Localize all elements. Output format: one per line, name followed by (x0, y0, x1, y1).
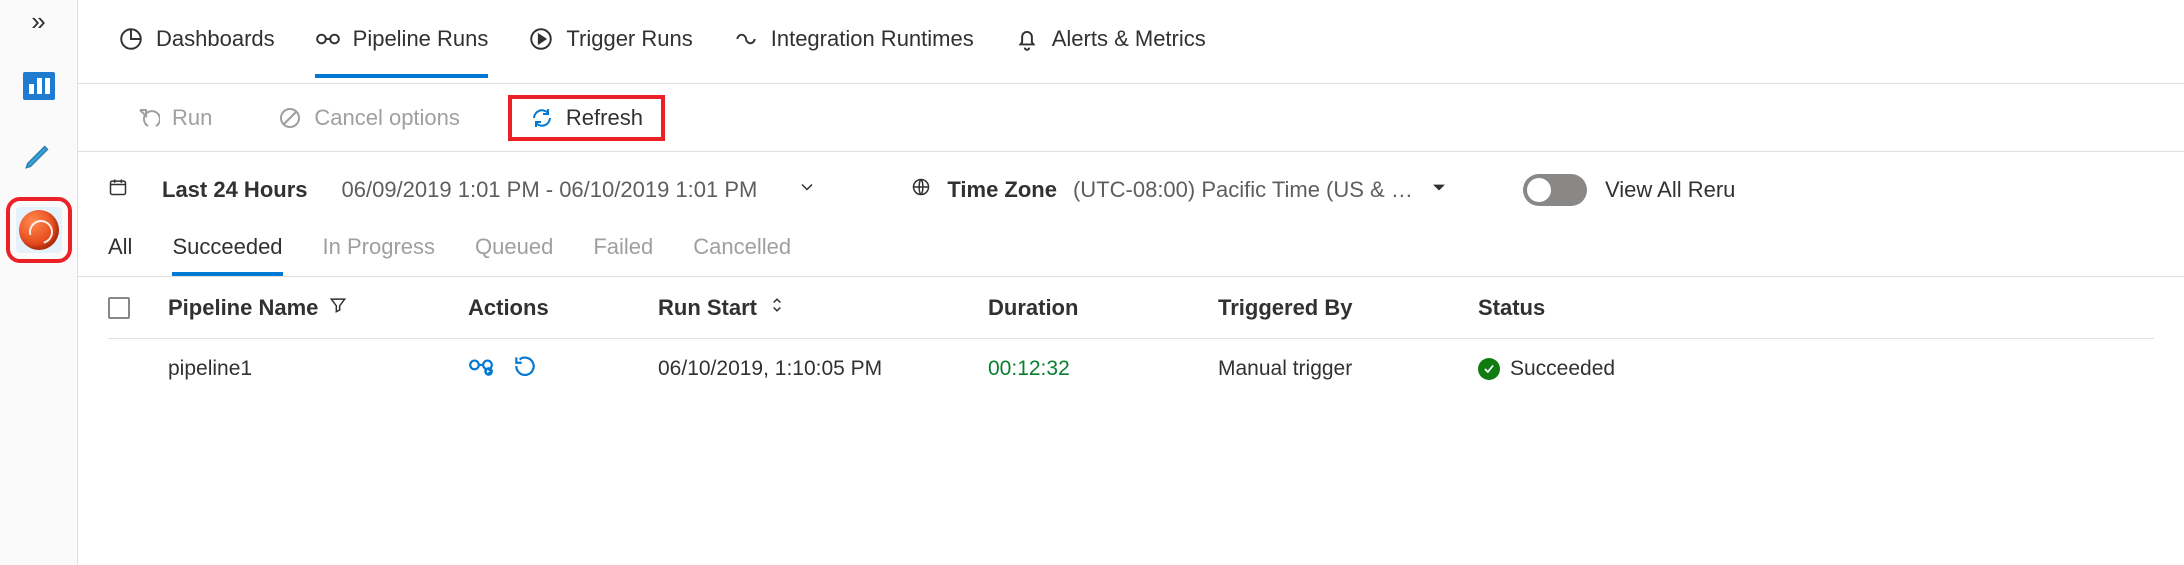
filter-icon[interactable] (328, 295, 348, 321)
view-all-reruns-toggle[interactable] (1523, 174, 1587, 206)
subtab-all[interactable]: All (108, 234, 132, 276)
left-rail: » (0, 0, 78, 565)
cell-triggered-by: Manual trigger (1218, 357, 1478, 381)
rail-author[interactable] (16, 135, 62, 181)
tab-label: Trigger Runs (566, 26, 692, 52)
dashboard-icon (118, 26, 144, 52)
table-row[interactable]: pipeline1 06/10/2019, 1:10:05 PM 00:12:3… (108, 339, 2154, 399)
chart-icon (23, 72, 55, 100)
refresh-button[interactable]: Refresh (508, 95, 665, 141)
top-tabs: Dashboards Pipeline Runs Trigger Runs In… (78, 0, 2184, 84)
action-label: Run (172, 105, 212, 131)
cancel-icon (278, 106, 302, 130)
filter-bar: Last 24 Hours 06/09/2019 1:01 PM - 06/10… (78, 152, 2184, 228)
toggle-label: View All Reru (1605, 177, 1735, 203)
tab-label: Integration Runtimes (771, 26, 974, 52)
tab-trigger-runs[interactable]: Trigger Runs (528, 26, 692, 78)
cancel-options-button[interactable]: Cancel options (260, 99, 478, 137)
bell-icon (1014, 26, 1040, 52)
time-range-value[interactable]: 06/09/2019 1:01 PM - 06/10/2019 1:01 PM (342, 177, 758, 203)
runs-table: Pipeline Name Actions Run Start Duration… (78, 277, 2184, 399)
refresh-icon (530, 106, 554, 130)
integration-icon (733, 26, 759, 52)
tab-label: Pipeline Runs (353, 26, 489, 52)
pipeline-icon (315, 26, 341, 52)
calendar-icon (108, 177, 128, 203)
chevron-down-icon[interactable] (797, 177, 817, 203)
cell-duration: 00:12:32 (988, 357, 1218, 381)
action-label: Cancel options (314, 105, 460, 131)
col-status[interactable]: Status (1478, 295, 2154, 321)
play-circle-icon (528, 26, 554, 52)
subtab-failed[interactable]: Failed (593, 234, 653, 276)
timezone-value[interactable]: (UTC-08:00) Pacific Time (US & Ca... (1073, 177, 1413, 203)
subtab-succeeded[interactable]: Succeeded (172, 234, 282, 276)
table-header: Pipeline Name Actions Run Start Duration… (108, 277, 2154, 339)
status-subtabs: All Succeeded In Progress Queued Failed … (78, 228, 2184, 277)
tab-integration-runtimes[interactable]: Integration Runtimes (733, 26, 974, 78)
tab-label: Dashboards (156, 26, 275, 52)
select-all-checkbox[interactable] (108, 297, 130, 319)
action-label: Refresh (566, 105, 643, 131)
col-pipeline-name[interactable]: Pipeline Name (168, 295, 468, 321)
view-activity-runs-icon[interactable] (468, 353, 494, 385)
time-range-label[interactable]: Last 24 Hours (162, 177, 308, 203)
rerun-icon[interactable] (512, 353, 538, 385)
tab-alerts-metrics[interactable]: Alerts & Metrics (1014, 26, 1206, 78)
run-button[interactable]: Run (118, 99, 230, 137)
col-duration[interactable]: Duration (988, 295, 1218, 321)
col-actions: Actions (468, 295, 658, 321)
cell-pipeline[interactable]: pipeline1 (168, 357, 468, 381)
tab-label: Alerts & Metrics (1052, 26, 1206, 52)
subtab-in-progress[interactable]: In Progress (323, 234, 436, 276)
col-run-start[interactable]: Run Start (658, 295, 988, 321)
col-triggered-by[interactable]: Triggered By (1218, 295, 1478, 321)
dropdown-caret-icon[interactable] (1429, 177, 1449, 203)
gauge-icon (19, 210, 59, 250)
timezone-label: Time Zone (947, 177, 1057, 203)
tab-pipeline-runs[interactable]: Pipeline Runs (315, 26, 489, 78)
globe-icon (911, 177, 931, 203)
cell-status: Succeeded (1478, 357, 2154, 381)
rail-overview[interactable] (16, 63, 62, 109)
action-bar: Run Cancel options Refresh (78, 84, 2184, 152)
run-icon (136, 106, 160, 130)
rail-monitor[interactable] (16, 207, 62, 253)
success-icon (1478, 358, 1500, 380)
subtab-cancelled[interactable]: Cancelled (693, 234, 791, 276)
cell-actions (468, 353, 658, 385)
pencil-icon (22, 138, 56, 178)
cell-run-start: 06/10/2019, 1:10:05 PM (658, 357, 988, 381)
rail-expand-button[interactable]: » (31, 6, 45, 37)
tab-dashboards[interactable]: Dashboards (118, 26, 275, 78)
sort-icon[interactable] (767, 295, 787, 321)
subtab-queued[interactable]: Queued (475, 234, 553, 276)
